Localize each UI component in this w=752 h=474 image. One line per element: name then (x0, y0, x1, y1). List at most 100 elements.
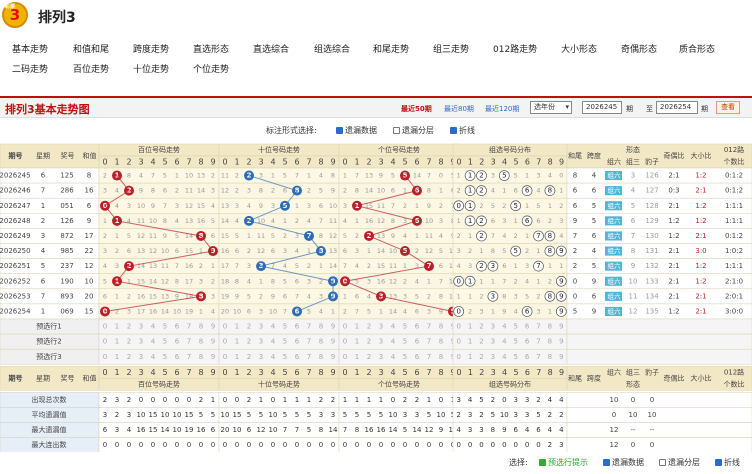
miss-value: 1 (536, 277, 540, 285)
miss-value: 9 (175, 292, 179, 300)
nav-link[interactable]: 和尾走势 (373, 42, 409, 55)
footer-header-jiou: 奇偶比 (664, 373, 685, 382)
stat-value: 8 (491, 426, 495, 434)
miss-value: 3 (211, 292, 215, 300)
nav-link[interactable]: 二码走势 (12, 62, 48, 75)
nav-link[interactable]: 直选形态 (193, 42, 229, 55)
nav-link[interactable]: 百位走势 (73, 62, 109, 75)
miss-value: 13 (329, 247, 337, 255)
nav-link[interactable]: 十位走势 (133, 62, 169, 75)
footer-header-week: 星期 (36, 374, 50, 382)
stat-value: 0 (391, 441, 395, 449)
nav-link[interactable]: 跨度走势 (133, 42, 169, 55)
prize-cell: 893 (60, 292, 73, 300)
header-digit: 2 (479, 158, 484, 167)
miss-value: 4 (247, 202, 251, 210)
preselect-digit: 7 (187, 323, 191, 331)
baozi-cell: 127 (645, 187, 658, 195)
option-miss-layer[interactable]: 遗漏分层 (393, 125, 434, 136)
header-digit: 7 (186, 158, 191, 167)
miss-value: 4 (415, 277, 419, 285)
nav-link[interactable]: 质合形态 (679, 42, 715, 55)
stat-value: 1 (211, 396, 215, 404)
footer-option-miss-data[interactable]: 遗漏数据 (603, 457, 644, 468)
preselect-digit: 9 (559, 338, 563, 346)
trend-nav: 基本走势 和值和尾 跨度走势 直选形态 直选综合 组选综合 和尾走势 组三走势 012路走势 大小… (0, 40, 752, 76)
preselect-digit: 0 (456, 323, 460, 331)
miss-value: 2 (211, 172, 215, 180)
header-digit: 3 (378, 158, 383, 167)
stat-value: 8 (355, 426, 359, 434)
stat-value: 0 (235, 396, 239, 404)
zu6-text: 组六 (608, 246, 622, 255)
stat-value: 8 (319, 426, 323, 434)
option-miss-data[interactable]: 遗漏数据 (336, 125, 377, 136)
miss-value: 12 (377, 217, 385, 225)
nav-link[interactable]: 和值和尾 (73, 42, 109, 55)
footer-xt-sub: 豹子 (645, 367, 659, 376)
miss-value: 6 (271, 247, 275, 255)
ball-zu-digit: 2 (479, 187, 483, 195)
miss-value: 4 (103, 262, 107, 270)
nav-link[interactable]: 直选综合 (253, 42, 289, 55)
footer-digit: 5 (402, 368, 407, 377)
miss-value: 7 (391, 202, 395, 210)
from-issue-input[interactable]: 2026245 (582, 101, 622, 114)
range-50-link[interactable]: 最近50期 (401, 104, 432, 114)
miss-value: 3 (271, 202, 275, 210)
miss-value: 4 (175, 217, 179, 225)
query-button[interactable]: 查看 (716, 101, 740, 114)
miss-value: 2 (235, 187, 239, 195)
miss-value: 8 (502, 292, 506, 300)
stat-value: 0 (199, 441, 203, 449)
miss-value: 5 (235, 232, 239, 240)
preselect-digit: 0 (223, 353, 227, 361)
nav-link[interactable]: 奇偶形态 (621, 42, 657, 55)
miss-value: 16 (365, 217, 373, 225)
nav-link[interactable]: 基本走势 (12, 42, 48, 55)
miss-value: 14 (389, 307, 397, 315)
stat-value: 4 (468, 396, 473, 404)
miss-value: 9 (331, 187, 335, 195)
stat-value: 2 (491, 396, 495, 404)
footer-option-preselect[interactable]: 预选行提示 (539, 457, 588, 468)
footer-header-hewei: 和尾 (568, 373, 582, 382)
to-issue-input[interactable]: 2026254 (656, 101, 698, 114)
stat-xt-value: 10 (629, 411, 638, 419)
lu-cell: 3:0:0 (725, 307, 743, 315)
range-120-link[interactable]: 最近120期 (485, 104, 519, 114)
nav-link[interactable]: 大小形态 (561, 42, 597, 55)
miss-value: 2 (211, 277, 215, 285)
nav-link[interactable]: 012路走势 (493, 42, 537, 55)
footer-option-polyline[interactable]: 折线 (715, 457, 740, 468)
nav-link[interactable]: 个位走势 (193, 62, 229, 75)
hewei-cell: 7 (573, 232, 577, 240)
miss-value: 6 (235, 247, 239, 255)
option-polyline[interactable]: 折线 (450, 125, 475, 136)
miss-value: 7 (235, 262, 239, 270)
miss-value: 5 (415, 292, 419, 300)
miss-value: 8 (271, 277, 275, 285)
header-digit: 6 (294, 158, 299, 167)
nav-link[interactable]: 组三走势 (433, 42, 469, 55)
miss-value: 4 (548, 172, 552, 180)
year-select[interactable]: 选年份 ▾ (530, 101, 572, 114)
issue-cell: 2026249 (0, 232, 31, 240)
miss-value: 2 (403, 277, 407, 285)
preselect-digit: 4 (502, 338, 507, 346)
preselect-digit: 4 (151, 353, 156, 361)
range-80-link[interactable]: 最近80期 (444, 104, 474, 114)
stat-value: 0 (525, 441, 529, 449)
miss-value: 14 (149, 277, 157, 285)
preselect-digit: 9 (211, 353, 215, 361)
ball-zu-digit: 9 (559, 307, 563, 315)
stat-value: 0 (331, 441, 335, 449)
footer-digit: 1 (234, 368, 239, 377)
trend-table: 期号 星期 奖号 和值百位号码走势0 1 2 3 4 5 6 7 8 9十位号码走势0 1 2 3 4 5 6 7 8 9… (0, 143, 752, 452)
footer-option-miss-layer[interactable]: 遗漏分层 (659, 457, 700, 468)
preselect-digit: 1 (468, 338, 472, 346)
stat-value: 0 (427, 441, 431, 449)
miss-value: 1 (319, 262, 323, 270)
header-xt-sub: 豹子 (645, 157, 659, 166)
nav-link[interactable]: 组选综合 (314, 42, 350, 55)
